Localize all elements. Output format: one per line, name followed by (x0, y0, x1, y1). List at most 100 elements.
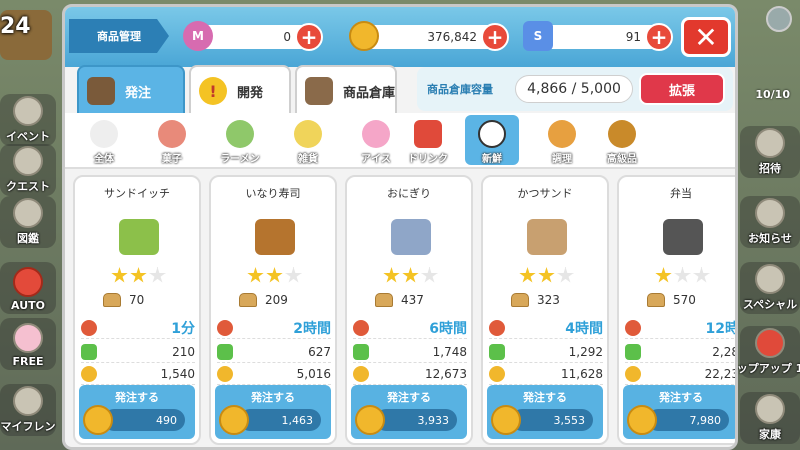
category-snacks[interactable]: 菓子 (145, 115, 199, 165)
order-time: 2時間 (293, 320, 331, 337)
ingredient-value: 209 (265, 293, 288, 307)
my-friends-button[interactable]: マイフレン (0, 384, 56, 436)
time-row: 12時 (625, 317, 735, 339)
order-button[interactable]: 発注する 7,980 (623, 385, 735, 439)
luxury-bag-icon (608, 120, 636, 148)
coin-icon (491, 405, 521, 435)
order-time: 6時間 (429, 320, 467, 337)
panel-title: 商品管理 (69, 19, 169, 53)
tab-warehouse-label: 商品倉庫 (343, 85, 396, 101)
quest-button[interactable]: クエスト (0, 144, 56, 196)
exp-icon (353, 343, 369, 360)
order-button[interactable]: 発注する 3,933 (351, 385, 467, 439)
free-label: FREE (12, 355, 44, 368)
close-button[interactable]: ✕ (681, 17, 731, 57)
category-ramen[interactable]: ラーメン (213, 115, 267, 165)
popup-label: ップアップ 1 (736, 362, 800, 375)
order-button[interactable]: 発注する 1,463 (215, 385, 331, 439)
add-gem-button[interactable]: + (645, 23, 673, 51)
coin-icon (353, 365, 369, 382)
category-luxury[interactable]: 高級品 (595, 115, 649, 165)
category-cooked[interactable]: 調理 (535, 115, 589, 165)
star-icon (266, 267, 283, 283)
bread-icon (103, 293, 121, 307)
notice-button[interactable]: お知らせ (740, 196, 800, 248)
invite-label: 招待 (759, 162, 781, 175)
family-button[interactable]: 家康 (740, 392, 800, 444)
category-label: 高級品 (607, 154, 637, 165)
order-button[interactable]: 発注する 490 (79, 385, 195, 439)
product-management-panel: 商品管理 M 0 + 376,842 + S 91 + ✕ 発注 ! 開発 商品… (62, 4, 738, 450)
family-label: 家康 (759, 428, 781, 441)
special-button[interactable]: スペシャル (740, 262, 800, 314)
star-icon (247, 267, 264, 283)
free-button[interactable]: FREE (0, 318, 56, 370)
revenue-value: 22,23 (704, 366, 738, 381)
add-coin-button[interactable]: + (481, 23, 509, 51)
expand-button[interactable]: 拡張 (639, 73, 725, 105)
order-label: 発注する (115, 391, 159, 404)
tab-develop[interactable]: ! 開発 (189, 65, 291, 117)
ingredient-cost: 70 (103, 293, 144, 307)
event-button[interactable]: イベント (0, 94, 56, 146)
category-all[interactable]: 全体 (77, 115, 131, 165)
tab-warehouse[interactable]: 商品倉庫 (295, 65, 397, 117)
revenue-row: 11,628 (489, 363, 603, 385)
my-friends-label: マイフレン (0, 420, 56, 433)
tab-develop-label: 開発 (237, 85, 264, 101)
category-goods[interactable]: 雑貨 (281, 115, 335, 165)
order-button[interactable]: 発注する 3,553 (487, 385, 603, 439)
star-icon (421, 267, 438, 283)
category-label: 菓子 (162, 154, 182, 165)
category-ice[interactable]: アイス (349, 115, 403, 165)
alarm-clock-icon (81, 319, 97, 336)
settings-icon[interactable] (766, 6, 792, 32)
alarm-clock-icon (217, 319, 233, 336)
ice-cream-icon (362, 120, 390, 148)
coin-icon (81, 365, 97, 382)
exp-row: 627 (217, 341, 331, 363)
quest-icon (13, 146, 43, 176)
storage-value: 4,866 / 5,000 (515, 75, 633, 103)
invite-button[interactable]: 招待 (740, 126, 800, 178)
drink-icon (414, 120, 442, 148)
medal-icon: M (183, 21, 213, 51)
order-time: 4時間 (565, 320, 603, 337)
coin-icon (219, 405, 249, 435)
star-rating (655, 267, 710, 284)
star-icon (693, 267, 710, 283)
alert-icon: ! (199, 77, 227, 105)
exp-value: 627 (308, 344, 331, 359)
all-icon (90, 120, 118, 148)
top-bar: 商品管理 M 0 + 376,842 + S 91 + ✕ (65, 7, 735, 67)
alarm-clock-icon (353, 319, 369, 336)
add-medal-button[interactable]: + (295, 23, 323, 51)
special-icon (755, 264, 785, 294)
auto-icon (13, 267, 43, 297)
alarm-clock-icon (625, 319, 641, 336)
encyclopedia-button[interactable]: 図鑑 (0, 196, 56, 248)
category-label: 新鮮 (482, 154, 502, 165)
coin-currency: 376,842 + (349, 21, 509, 51)
category-label: 調理 (552, 154, 572, 165)
tab-order[interactable]: 発注 (77, 65, 185, 117)
invite-icon (755, 128, 785, 158)
popup-button[interactable]: ップアップ 1 (736, 326, 800, 378)
category-fresh[interactable]: 新鮮 (465, 115, 519, 165)
exp-row: 1,292 (489, 341, 603, 363)
coin-icon (627, 405, 657, 435)
category-drink[interactable]: ドリンク (401, 115, 455, 165)
exp-icon (625, 343, 641, 360)
order-cost: 1,463 (239, 409, 321, 431)
ingredient-cost: 437 (375, 293, 424, 307)
bread-icon (511, 293, 529, 307)
star-icon (285, 267, 302, 283)
auto-button[interactable]: AUTO (0, 262, 56, 314)
star-icon (130, 267, 147, 283)
katsu-sandwich-icon (527, 219, 567, 255)
revenue-row: 5,016 (217, 363, 331, 385)
goods-icon (294, 120, 322, 148)
coin-icon (489, 365, 505, 382)
exp-icon (489, 343, 505, 360)
star-icon (538, 267, 555, 283)
